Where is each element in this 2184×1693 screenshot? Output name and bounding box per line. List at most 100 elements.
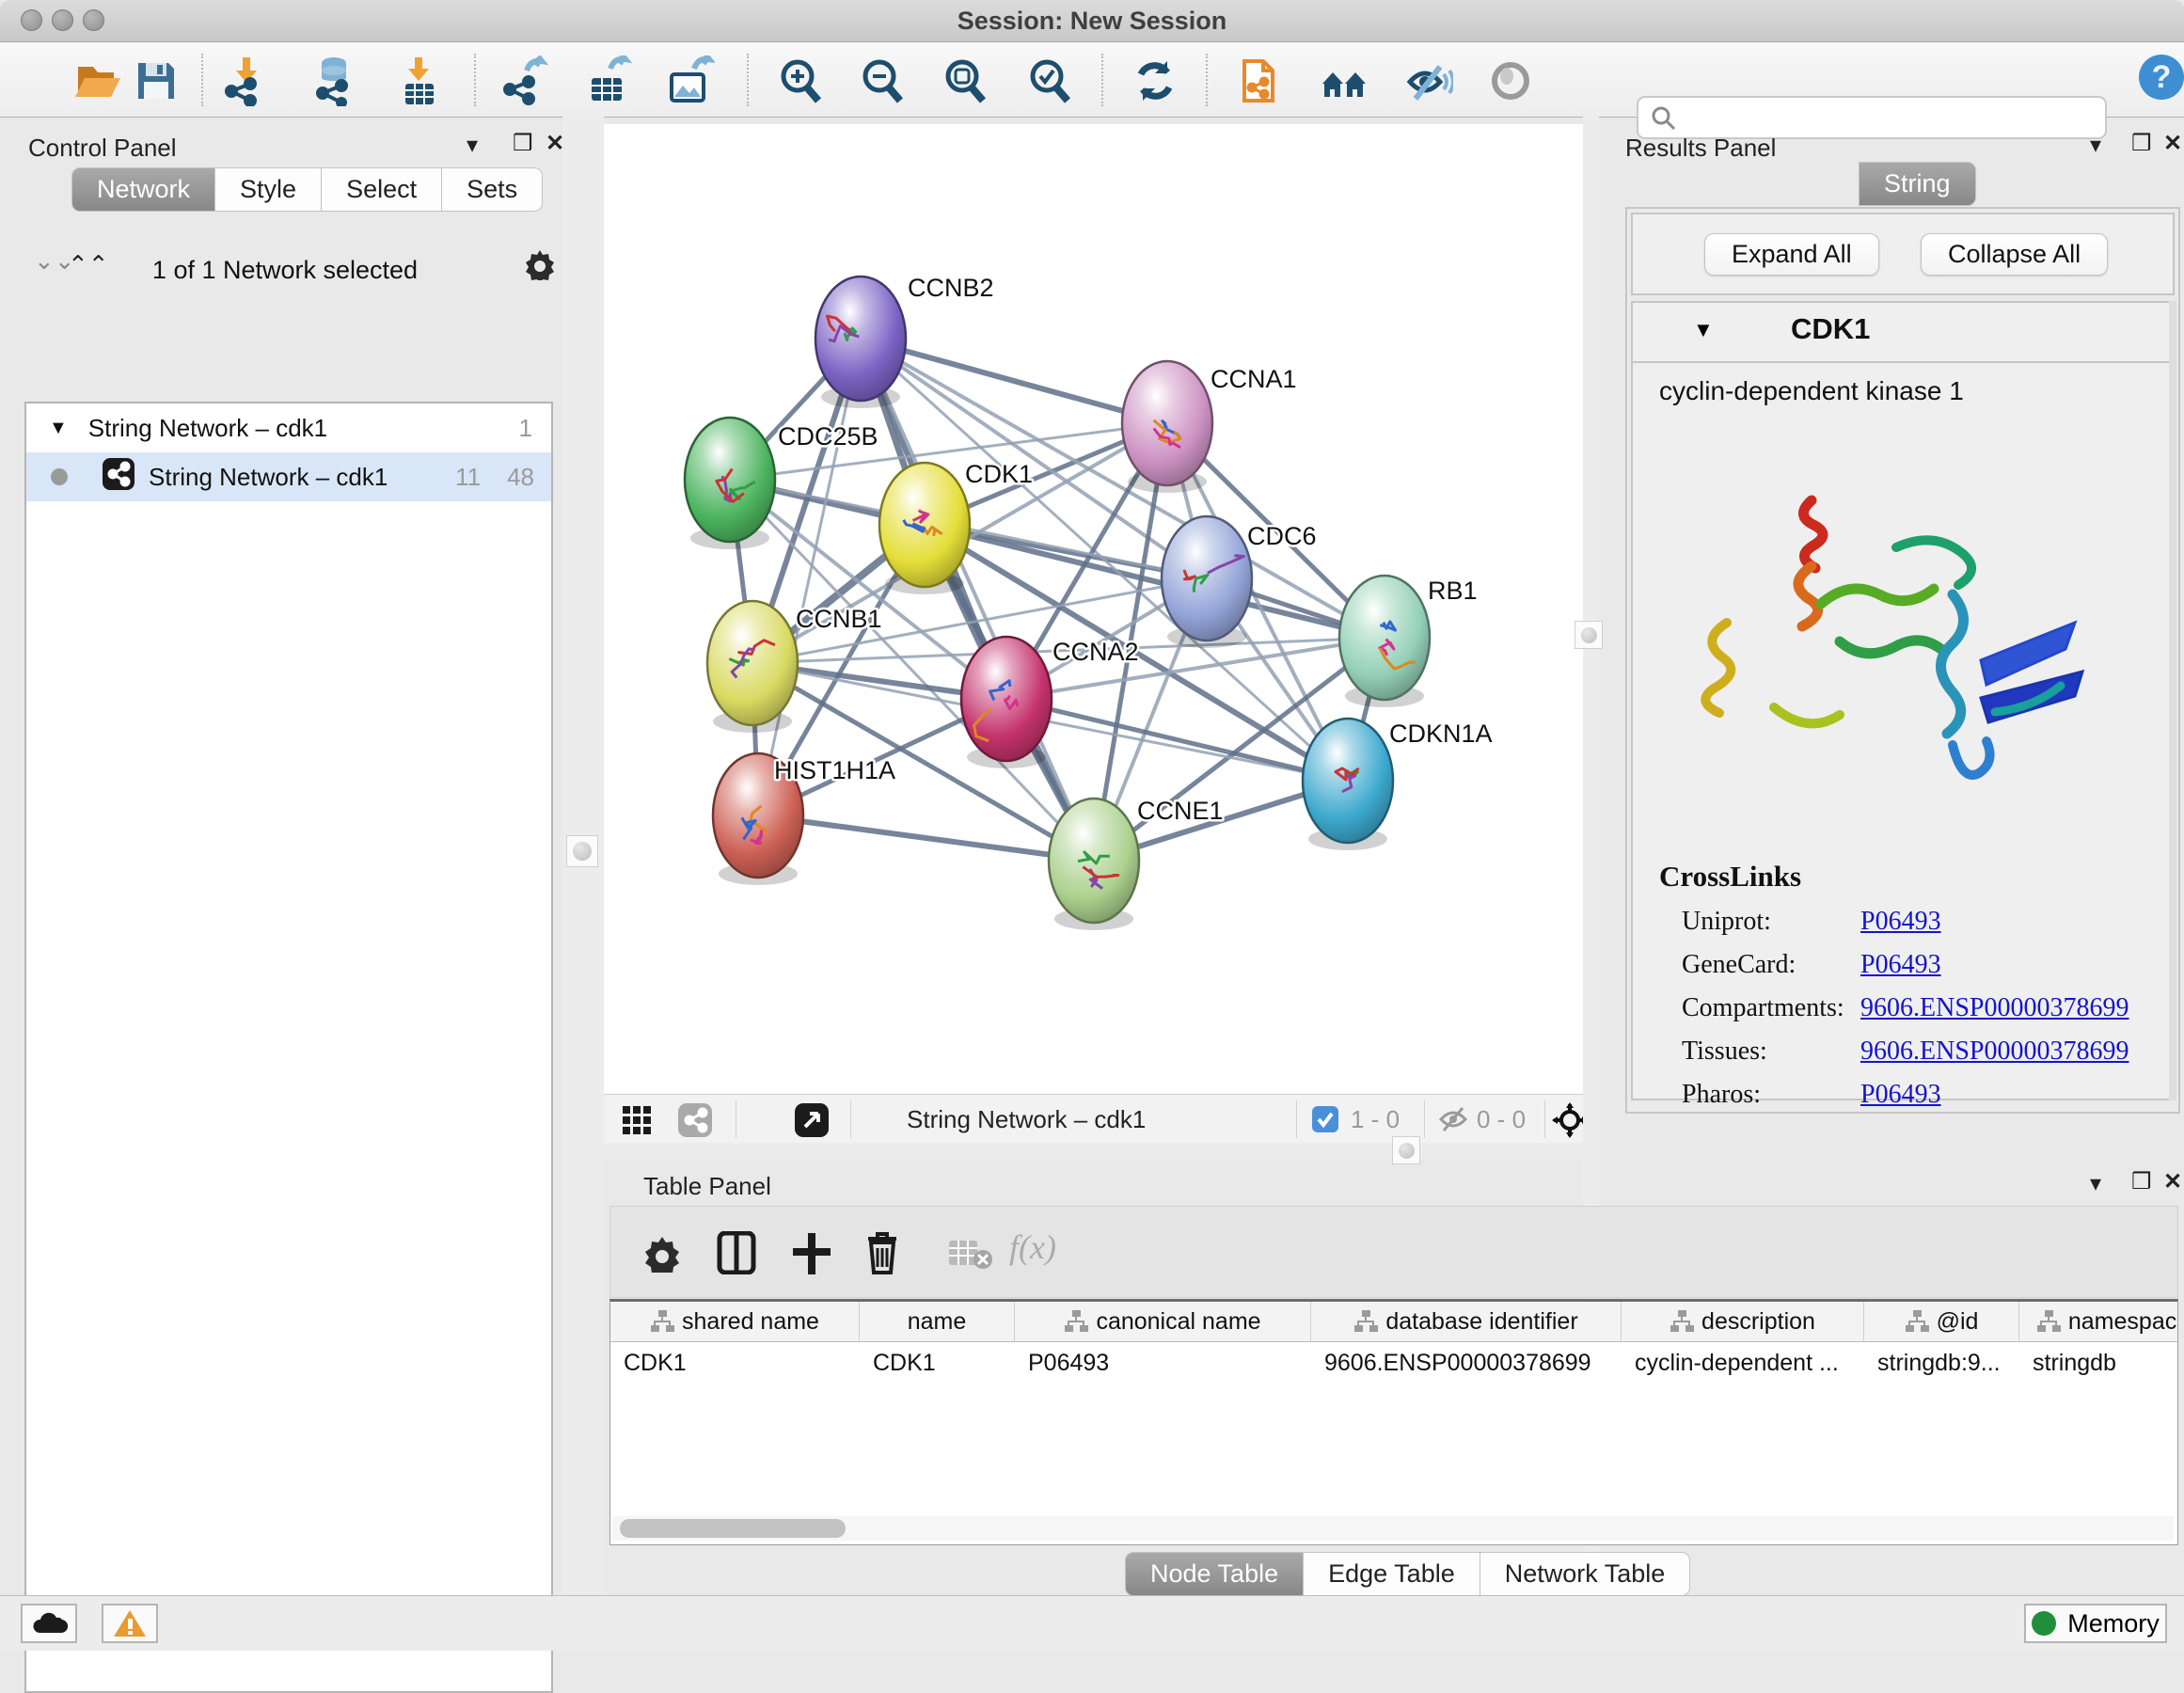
share-file-icon[interactable]: [1235, 55, 1286, 106]
share-network-icon[interactable]: [677, 1102, 713, 1143]
column-header-name[interactable]: name: [860, 1302, 1015, 1341]
table-cell[interactable]: cyclin-dependent ...: [1622, 1350, 1864, 1377]
edge-CCNB2-HIST1H1A[interactable]: [758, 339, 861, 815]
column-header-@id[interactable]: @id: [1864, 1302, 2019, 1341]
column-header-database-identifier[interactable]: database identifier: [1311, 1302, 1622, 1341]
import-table-file-icon[interactable]: [394, 55, 445, 106]
selected-checkbox-icon[interactable]: [1311, 1105, 1339, 1138]
table-cell[interactable]: CDK1: [610, 1350, 860, 1377]
export-image-icon[interactable]: [664, 55, 715, 106]
collection-expand-icon[interactable]: ▼: [49, 418, 68, 439]
results-panel-float-icon[interactable]: ▾: [2090, 132, 2101, 159]
zoom-fit-icon[interactable]: [940, 55, 990, 106]
node-CDC25B[interactable]: CDC25B: [685, 418, 878, 549]
birdseye-grid-icon[interactable]: [621, 1104, 653, 1141]
network-view-title: String Network – cdk1: [907, 1105, 1146, 1134]
column-header-namespace[interactable]: namespace: [2019, 1302, 2178, 1341]
edge-CCNA2-CDKN1A[interactable]: [1006, 699, 1348, 781]
warnings-button[interactable]: [102, 1604, 158, 1643]
tab-node-table[interactable]: Node Table: [1125, 1552, 1304, 1596]
results-panel-tab-string[interactable]: String: [1859, 162, 1976, 206]
zoom-in-icon[interactable]: [775, 55, 826, 106]
edge-HIST1H1A-CCNE1[interactable]: [758, 815, 1094, 861]
left-splitter[interactable]: [562, 117, 604, 1595]
node-CDC6[interactable]: CDC6: [1162, 516, 1317, 648]
crosslink-link[interactable]: 9606.ENSP00000378699: [1860, 1036, 2129, 1067]
control-panel-maximize-icon[interactable]: ❒: [513, 130, 533, 157]
column-header-description[interactable]: description: [1622, 1302, 1864, 1341]
results-scrollbar[interactable]: [2169, 301, 2176, 1100]
expand-all-button[interactable]: Expand All: [1704, 233, 1879, 276]
crosslink-link[interactable]: P06493: [1860, 1080, 1941, 1110]
control-panel-float-icon[interactable]: ▾: [467, 132, 478, 159]
show-eye-icon[interactable]: [1486, 55, 1537, 106]
table-row[interactable]: CDK1CDK1P064939606.ENSP00000378699cyclin…: [610, 1342, 2177, 1384]
tab-edge-table[interactable]: Edge Table: [1304, 1552, 1480, 1596]
delete-column-trash-icon[interactable]: [863, 1229, 902, 1279]
table-hscrollbar-thumb[interactable]: [620, 1519, 846, 1538]
table-cell[interactable]: stringdb:9...: [1864, 1350, 2019, 1377]
tab-style[interactable]: Style: [215, 167, 322, 212]
hide-glasses-icon[interactable]: [1402, 55, 1453, 106]
crosslink-link[interactable]: 9606.ENSP00000378699: [1860, 993, 2129, 1023]
node-CCNB1[interactable]: CCNB1: [707, 601, 882, 733]
network-options-gear-icon[interactable]: [523, 246, 557, 285]
zoom-out-icon[interactable]: [857, 55, 908, 106]
node-CCNA1[interactable]: CCNA1: [1122, 361, 1297, 493]
table-panel-maximize-icon[interactable]: ❒: [2131, 1168, 2152, 1195]
tab-sets[interactable]: Sets: [442, 167, 543, 212]
crosslink-link[interactable]: P06493: [1860, 907, 1941, 937]
crosslink-row: Uniprot:P06493: [1682, 907, 2152, 937]
new-network-icon[interactable]: [500, 55, 551, 106]
gene-entry-header[interactable]: ▼ CDK1: [1633, 303, 2173, 363]
show-columns-icon[interactable]: [716, 1231, 757, 1279]
results-panel-close-icon[interactable]: ✕: [2163, 130, 2182, 157]
column-header-canonical-name[interactable]: canonical name: [1015, 1302, 1311, 1341]
import-network-database-icon[interactable]: [311, 55, 362, 106]
collapse-all-button[interactable]: Collapse All: [1921, 233, 2108, 276]
open-in-new-icon[interactable]: [794, 1102, 830, 1143]
new-table-icon[interactable]: [582, 55, 633, 106]
import-network-file-icon[interactable]: [222, 55, 273, 106]
table-settings-gear-icon[interactable]: [642, 1233, 682, 1277]
apply-function-icon[interactable]: f(x): [1009, 1227, 1056, 1267]
table-cell[interactable]: stringdb: [2019, 1350, 2178, 1377]
column-type-icon: [650, 1309, 674, 1334]
network-row-selected[interactable]: String Network – cdk1 11 48: [26, 452, 551, 501]
node-CCNE1[interactable]: CCNE1: [1049, 797, 1224, 930]
network-collection-row[interactable]: ▼ String Network – cdk1 1: [26, 403, 551, 452]
gene-collapse-icon[interactable]: ▼: [1693, 318, 1714, 342]
string-home-icon[interactable]: [1320, 55, 1370, 106]
tab-network-table[interactable]: Network Table: [1480, 1552, 1691, 1596]
horizontal-splitter[interactable]: [604, 1143, 1583, 1159]
save-session-icon[interactable]: [131, 55, 182, 106]
table-panel-close-icon[interactable]: ✕: [2163, 1168, 2182, 1195]
node-CDKN1A[interactable]: CDKN1A: [1303, 719, 1493, 850]
column-header-shared-name[interactable]: shared name: [610, 1302, 860, 1341]
column-header-label: @id: [1937, 1308, 1979, 1336]
crosslink-link[interactable]: P06493: [1860, 950, 1941, 980]
cloud-button[interactable]: [21, 1604, 77, 1643]
help-icon[interactable]: ?: [2137, 52, 2184, 103]
table-hscrollbar[interactable]: [612, 1516, 2174, 1541]
tab-select[interactable]: Select: [322, 167, 442, 212]
hidden-eye-icon[interactable]: [1437, 1104, 1469, 1139]
table-cell[interactable]: CDK1: [860, 1350, 1015, 1377]
zoom-selected-icon[interactable]: [1024, 55, 1075, 106]
refresh-view-icon[interactable]: [1130, 55, 1180, 106]
edge-CCNB2-CCNE1[interactable]: [861, 339, 1094, 861]
node-CCNB2[interactable]: CCNB2: [815, 274, 994, 408]
results-panel-maximize-icon[interactable]: ❒: [2131, 130, 2152, 157]
left-splitter-grip[interactable]: [566, 835, 598, 867]
memory-button[interactable]: Memory: [2024, 1604, 2167, 1643]
table-cell[interactable]: 9606.ENSP00000378699: [1311, 1350, 1622, 1377]
open-session-icon[interactable]: [71, 55, 122, 106]
delete-table-icon[interactable]: [947, 1237, 992, 1275]
add-column-icon[interactable]: [791, 1231, 832, 1279]
tab-network[interactable]: Network: [71, 167, 215, 212]
table-cell[interactable]: P06493: [1015, 1350, 1311, 1377]
node-HIST1H1A[interactable]: HIST1H1A: [713, 753, 895, 885]
node-RB1[interactable]: RB1: [1339, 576, 1478, 707]
network-view[interactable]: CCNB2CCNA1CDC25BCDK1CDC6RB1CCNB1CCNA2CDK…: [604, 124, 1583, 1094]
table-panel-float-icon[interactable]: ▾: [2090, 1170, 2101, 1197]
